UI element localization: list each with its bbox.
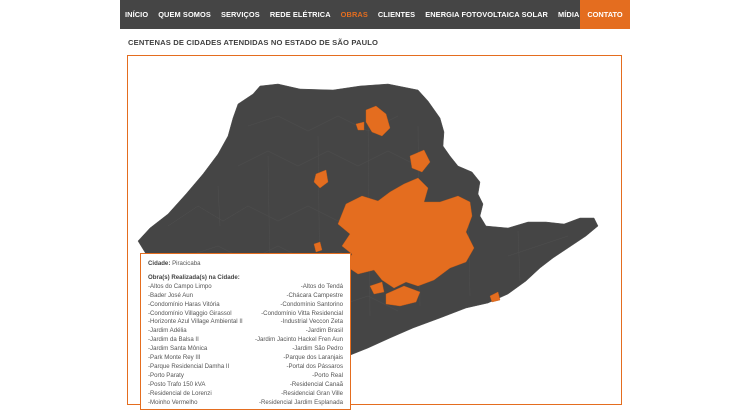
work-item: -Parque dos Laranjais xyxy=(283,354,343,362)
work-item: -Condomínio Haras Vitória xyxy=(148,300,220,308)
nav-item-clientes[interactable]: CLIENTES xyxy=(373,0,420,29)
work-item: -Industrial Veccon Zeta xyxy=(280,318,343,326)
work-item: -Jardim Santa Mônica xyxy=(148,345,208,353)
city-row: Cidade: Piracicaba xyxy=(148,260,343,269)
work-item: -Altos do Campo Limpo xyxy=(148,282,212,290)
nav-item-servi-os[interactable]: SERVIÇOS xyxy=(216,0,265,29)
work-item: -Portal dos Pássaros xyxy=(286,362,343,370)
work-item: -Jardim Jacinto Hackel Fren Aun xyxy=(254,336,343,344)
work-item: -Park Monte Rey III xyxy=(148,354,201,362)
work-item: -Porto Real xyxy=(312,371,343,379)
work-item: -Jardim da Balsa II xyxy=(148,336,199,344)
work-item: -Bader José Aun xyxy=(148,291,194,299)
nav-item-energia-fotovoltaica-solar[interactable]: ENERGIA FOTOVOLTAICA SOLAR xyxy=(420,0,553,29)
works-list: -Altos do Campo Limpo -Altos do Tendá -Bad… xyxy=(148,283,343,408)
work-item: -Condomínio Santorino xyxy=(280,300,343,308)
work-item: -Residencial Canaã xyxy=(289,380,343,388)
top-navbar: INÍCIO QUEM SOMOS SERVIÇOS REDE ELÉTRICA OBR… xyxy=(0,0,750,29)
works-label: Obra(s) Realizada(s) na Cidade: xyxy=(148,273,240,281)
work-item: -Altos do Tendá xyxy=(300,282,343,290)
work-item: -Porto Paraty xyxy=(148,371,184,379)
work-item: -Parque Residencial Damha II xyxy=(148,362,230,370)
nav-item-rede-el-trica[interactable]: REDE ELÉTRICA xyxy=(265,0,336,29)
page-title: CENTENAS DE CIDADES ATENDIDAS NO ESTADO … xyxy=(128,38,379,47)
city-value: Piracicaba xyxy=(172,260,201,267)
work-item: -Residencial Gran Ville xyxy=(281,389,343,397)
nav-menu: INÍCIO QUEM SOMOS SERVIÇOS REDE ELÉTRICA OBR… xyxy=(120,0,610,29)
work-item: -Posto Trafo 150 kVA xyxy=(148,380,206,388)
city-label: Cidade: xyxy=(148,260,171,267)
work-item: -Condomínio Vitta Residencial xyxy=(261,309,343,317)
work-item: -Residencial Jardim Esplanada xyxy=(258,398,343,406)
nav-contact-button[interactable]: CONTATO xyxy=(580,0,630,29)
work-item: -Chácara Campestre xyxy=(286,291,343,299)
nav-item-quem-somos[interactable]: QUEM SOMOS xyxy=(153,0,216,29)
nav-item-obras[interactable]: OBRAS xyxy=(336,0,373,29)
work-item: -Jardim São Pedro xyxy=(292,345,343,353)
work-item: -Residencial de Lorenzi xyxy=(148,389,212,397)
work-item: -Horizonte Azul Village Ambiental II xyxy=(148,318,243,326)
work-item: -Jardim Adélia xyxy=(148,327,187,335)
work-item: -Jardim Brasil xyxy=(305,327,343,335)
nav-item-in-cio[interactable]: INÍCIO xyxy=(120,0,153,29)
work-item: -Condomínio Villaggio Girassol xyxy=(148,309,232,317)
city-info-popup: Cidade: Piracicaba Obra(s) Realizada(s) … xyxy=(140,253,351,410)
work-item: -Moinho Vermelho xyxy=(148,398,198,406)
